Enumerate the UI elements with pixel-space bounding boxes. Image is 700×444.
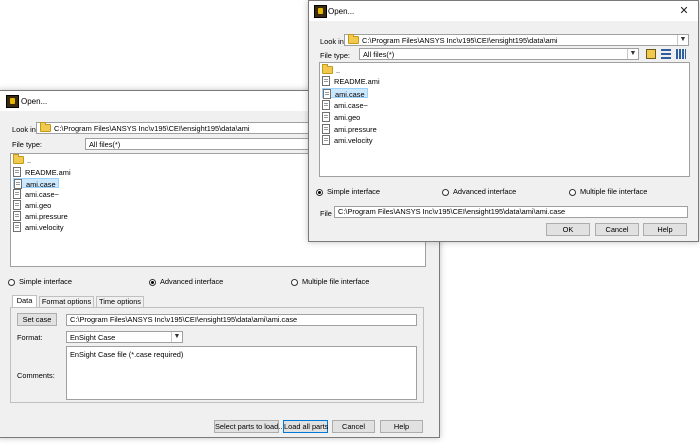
file-type-combo[interactable]: All files(*) ▼ <box>359 48 639 60</box>
list-view-icon[interactable] <box>676 49 686 59</box>
radio-button[interactable] <box>442 189 449 196</box>
chevron-down-icon[interactable]: ▼ <box>677 35 688 45</box>
file-icon <box>323 89 331 99</box>
tab-format-options[interactable]: Format options <box>39 296 94 307</box>
file-icon <box>13 167 21 177</box>
radio-button-selected[interactable] <box>316 189 323 196</box>
list-item-selected[interactable]: ami.case <box>322 88 368 99</box>
file-list[interactable]: .. README.ami ami.case ami.case~ ami.geo… <box>319 62 690 177</box>
ensight-app-icon <box>6 95 19 108</box>
set-case-field[interactable]: C:\Program Files\ANSYS Inc\v195\CEI\ensi… <box>66 314 417 326</box>
file-icon <box>13 222 21 232</box>
chevron-down-icon[interactable]: ▼ <box>171 332 182 342</box>
folder-icon <box>13 154 24 164</box>
dialog-title: Open... <box>328 7 355 16</box>
radio-multiple-file-interface[interactable]: Multiple file interface <box>291 277 369 286</box>
ok-button[interactable]: OK <box>546 223 590 236</box>
list-item[interactable]: ami.pressure <box>322 124 379 134</box>
file-icon <box>322 124 330 134</box>
file-icon <box>322 135 330 145</box>
list-item[interactable]: ami.geo <box>322 112 362 122</box>
list-item[interactable]: ami.geo <box>13 200 53 210</box>
title-bar: Open... ✕ <box>309 1 698 21</box>
list-item[interactable]: ami.case~ <box>13 189 61 199</box>
file-icon <box>13 189 21 199</box>
chevron-down-icon[interactable]: ▼ <box>627 49 638 59</box>
format-value: EnSight Case <box>70 333 116 342</box>
list-item[interactable]: ami.case~ <box>322 100 370 110</box>
help-button[interactable]: Help <box>643 223 687 236</box>
radio-button-selected[interactable] <box>149 279 156 286</box>
comments-text: EnSight Case file (*.case required) <box>70 350 184 359</box>
file-icon <box>322 76 330 86</box>
cancel-button[interactable]: Cancel <box>595 223 639 236</box>
tab-data[interactable]: Data <box>12 295 37 307</box>
file-type-value: All files(*) <box>363 50 395 59</box>
file-type-label: File type: <box>12 140 42 149</box>
radio-advanced-interface[interactable]: Advanced interface <box>149 277 223 286</box>
look-in-value: C:\Program Files\ANSYS Inc\v195\CEI\ensi… <box>54 124 250 133</box>
list-item[interactable]: README.ami <box>13 167 73 177</box>
open-dialog-simple: Open... ✕ Look in: C:\Program Files\ANSY… <box>308 0 699 242</box>
comments-label: Comments: <box>17 371 55 380</box>
look-in-label: Look in: <box>12 125 38 134</box>
tab-time-options[interactable]: Time options <box>96 296 144 307</box>
radio-simple-interface[interactable]: Simple interface <box>316 187 380 196</box>
folder-icon <box>322 64 333 74</box>
load-all-parts-button[interactable]: Load all parts <box>283 420 328 433</box>
format-combo[interactable]: EnSight Case ▼ <box>66 331 183 343</box>
list-item-selected[interactable]: ami.case <box>13 178 59 189</box>
ensight-app-icon <box>314 5 327 18</box>
radio-button[interactable] <box>8 279 15 286</box>
file-type-label: File type: <box>320 51 350 60</box>
new-folder-icon[interactable] <box>646 49 656 59</box>
radio-advanced-interface[interactable]: Advanced interface <box>442 187 516 196</box>
file-icon <box>13 211 21 221</box>
file-name-field[interactable]: C:\Program Files\ANSYS Inc\v195\CEI\ensi… <box>334 206 688 218</box>
list-item-parent[interactable]: .. <box>322 64 342 76</box>
list-item[interactable]: ami.velocity <box>322 135 375 145</box>
folder-icon <box>348 34 359 44</box>
close-icon[interactable]: ✕ <box>674 3 694 19</box>
cancel-button[interactable]: Cancel <box>332 420 375 433</box>
list-item[interactable]: ami.velocity <box>13 222 66 232</box>
help-button[interactable]: Help <box>380 420 423 433</box>
detail-view-icon[interactable] <box>661 49 671 59</box>
list-item-parent[interactable]: .. <box>13 154 33 166</box>
file-icon <box>322 100 330 110</box>
select-parts-button[interactable]: Select parts to load... <box>214 420 284 433</box>
file-type-value: All files(*) <box>89 140 121 149</box>
list-item[interactable]: README.ami <box>322 76 382 86</box>
look-in-combo[interactable]: C:\Program Files\ANSYS Inc\v195\CEI\ensi… <box>344 34 689 46</box>
radio-multiple-file-interface[interactable]: Multiple file interface <box>569 187 647 196</box>
folder-icon <box>40 122 51 132</box>
file-icon <box>13 200 21 210</box>
tab-panel-data: Set case C:\Program Files\ANSYS Inc\v195… <box>10 307 424 403</box>
look-in-value: C:\Program Files\ANSYS Inc\v195\CEI\ensi… <box>362 36 558 45</box>
set-case-button[interactable]: Set case <box>17 313 57 326</box>
radio-button[interactable] <box>569 189 576 196</box>
file-icon <box>322 112 330 122</box>
format-label: Format: <box>17 333 43 342</box>
dialog-title: Open... <box>21 97 48 106</box>
radio-simple-interface[interactable]: Simple interface <box>8 277 72 286</box>
file-icon <box>14 179 22 189</box>
radio-button[interactable] <box>291 279 298 286</box>
look-in-label: Look in: <box>320 37 346 46</box>
list-item[interactable]: ami.pressure <box>13 211 70 221</box>
comments-box[interactable]: EnSight Case file (*.case required) <box>66 346 417 400</box>
file-label: File <box>320 209 332 218</box>
